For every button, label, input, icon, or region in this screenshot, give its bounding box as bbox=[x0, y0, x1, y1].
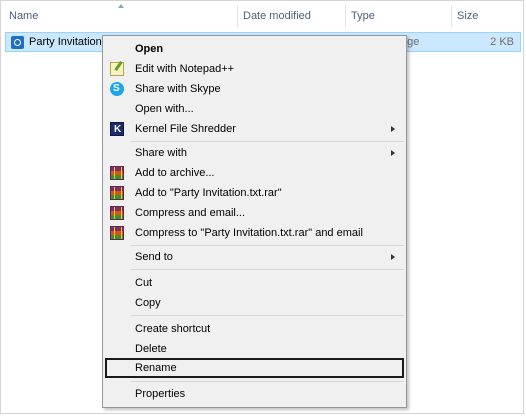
menu-item-label: Send to bbox=[135, 251, 173, 263]
winrar-icon bbox=[110, 166, 124, 180]
menu-item-add-to-rar[interactable]: Add to "Party Invitation.txt.rar" bbox=[105, 183, 404, 203]
menu-item-kernel-file-shredder[interactable]: Kernel File Shredder bbox=[105, 119, 404, 140]
column-header-name[interactable]: Name bbox=[3, 3, 237, 29]
submenu-arrow-icon bbox=[391, 150, 395, 156]
menu-item-label: Create shortcut bbox=[135, 323, 211, 335]
menu-item-properties[interactable]: Properties bbox=[105, 384, 404, 404]
menu-item-compress-and-email[interactable]: Compress and email... bbox=[105, 203, 404, 223]
menu-item-label: Share with bbox=[135, 147, 187, 159]
menu-separator bbox=[131, 269, 404, 270]
menu-item-label: Copy bbox=[135, 297, 161, 309]
winrar-icon bbox=[110, 186, 124, 200]
column-header-date-modified[interactable]: Date modified bbox=[237, 3, 345, 29]
menu-item-label: Add to "Party Invitation.txt.rar" bbox=[135, 187, 282, 199]
menu-item-label: Edit with Notepad++ bbox=[135, 63, 235, 75]
menu-item-delete[interactable]: Delete bbox=[105, 339, 404, 359]
menu-item-copy[interactable]: Copy bbox=[105, 293, 404, 313]
menu-item-share-with[interactable]: Share with bbox=[105, 143, 404, 163]
menu-item-label: Compress to "Party Invitation.txt.rar" a… bbox=[135, 227, 363, 239]
menu-item-cut[interactable]: Cut bbox=[105, 273, 404, 293]
submenu-arrow-icon bbox=[391, 126, 395, 132]
submenu-arrow-icon bbox=[391, 254, 395, 260]
menu-item-label: Share with Skype bbox=[135, 83, 221, 95]
menu-item-label: Properties bbox=[135, 388, 186, 400]
menu-item-compress-rar-and-email[interactable]: Compress to "Party Invitation.txt.rar" a… bbox=[105, 223, 404, 243]
menu-item-label: Cut bbox=[135, 277, 153, 289]
menu-item-open-with[interactable]: Open with... bbox=[105, 99, 404, 119]
outlook-item-icon bbox=[11, 36, 24, 49]
menu-item-create-shortcut[interactable]: Create shortcut bbox=[105, 319, 404, 339]
explorer-file-list: Name Date modified Type Size Party Invit… bbox=[0, 0, 524, 414]
menu-separator bbox=[131, 315, 404, 316]
kernel-k-icon bbox=[110, 120, 124, 140]
menu-item-label: Rename bbox=[135, 362, 177, 374]
menu-item-rename[interactable]: Rename bbox=[105, 358, 404, 378]
winrar-icon bbox=[110, 206, 124, 220]
file-size: 2 KB bbox=[490, 36, 514, 48]
column-header-size[interactable]: Size bbox=[451, 3, 521, 29]
menu-item-label: Open bbox=[135, 43, 164, 55]
skype-icon bbox=[110, 79, 124, 99]
menu-item-label: Open with... bbox=[135, 103, 194, 115]
menu-item-add-to-archive[interactable]: Add to archive... bbox=[105, 163, 404, 183]
column-header-type[interactable]: Type bbox=[345, 3, 451, 29]
menu-item-share-skype[interactable]: Share with Skype bbox=[105, 79, 404, 99]
menu-item-label: Add to archive... bbox=[135, 167, 215, 179]
menu-item-open[interactable]: Open bbox=[105, 39, 404, 59]
menu-item-label: Compress and email... bbox=[135, 207, 246, 219]
context-menu: Open Edit with Notepad++ Share with Skyp… bbox=[102, 35, 407, 408]
notepad-plus-plus-icon bbox=[110, 62, 124, 76]
menu-item-send-to[interactable]: Send to bbox=[105, 247, 404, 267]
menu-separator bbox=[131, 245, 404, 246]
menu-item-edit-notepad[interactable]: Edit with Notepad++ bbox=[105, 59, 404, 79]
menu-separator bbox=[131, 381, 404, 382]
menu-separator bbox=[131, 141, 404, 142]
menu-item-label: Kernel File Shredder bbox=[135, 123, 236, 135]
winrar-icon bbox=[110, 226, 124, 240]
menu-item-label: Delete bbox=[135, 343, 167, 355]
